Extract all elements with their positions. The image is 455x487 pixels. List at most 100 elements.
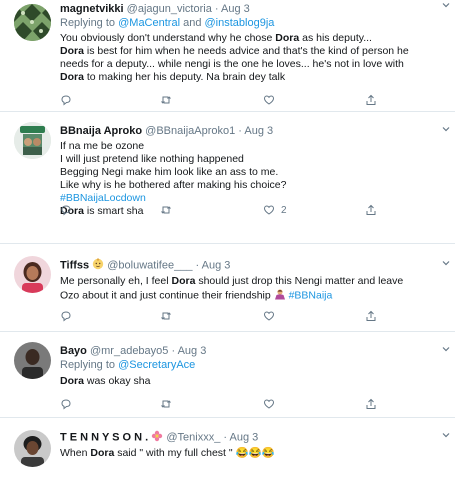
text-line: I will just pretend like nothing happene… bbox=[60, 153, 244, 165]
handle[interactable]: @BBnaijaAproko1 bbox=[145, 125, 235, 137]
retweet-icon bbox=[161, 206, 171, 214]
chevron-down-icon[interactable] bbox=[441, 124, 451, 137]
tweet-content: T E N N Y S O N . @Tenixxx_ · Aug 3 When… bbox=[60, 430, 449, 460]
flower-emoji-icon bbox=[151, 430, 163, 445]
timestamp[interactable]: Aug 3 bbox=[202, 259, 231, 271]
share-icon bbox=[366, 310, 376, 321]
text-line: Like why is he bothered after making his… bbox=[60, 179, 287, 191]
handle[interactable]: @Tenixxx_ bbox=[166, 431, 220, 443]
tweet[interactable]: T E N N Y S O N . @Tenixxx_ · Aug 3 When… bbox=[0, 418, 455, 487]
reply-mention[interactable]: @MaCentral bbox=[118, 17, 180, 29]
tweet-content: magnetvikki @ajagun_victoria · Aug 3 Rep… bbox=[60, 2, 449, 84]
separator: · bbox=[238, 125, 242, 137]
retweet-button[interactable] bbox=[160, 204, 172, 216]
highlight: Dora bbox=[60, 45, 84, 57]
retweet-icon bbox=[161, 96, 171, 104]
display-name[interactable]: Bayo bbox=[60, 345, 87, 357]
like-count: 2 bbox=[281, 204, 287, 216]
timestamp[interactable]: Aug 3 bbox=[178, 345, 207, 357]
avatar-photo-icon bbox=[14, 342, 51, 379]
highlight: Dora bbox=[171, 275, 196, 287]
replying-to: Replying to @SecretaryAce bbox=[60, 358, 449, 372]
tweet-header: magnetvikki @ajagun_victoria · Aug 3 bbox=[60, 2, 449, 16]
replying-to-and: and bbox=[183, 17, 202, 29]
separator: · bbox=[214, 3, 219, 15]
heart-icon bbox=[263, 399, 275, 409]
share-icon bbox=[366, 204, 376, 215]
text-segment: You obviously don't understand why he ch… bbox=[60, 32, 276, 44]
tweet-actions bbox=[60, 310, 390, 324]
replying-to: Replying to @MaCentral and @instablog9ja bbox=[60, 16, 449, 30]
reply-icon bbox=[61, 311, 71, 322]
reply-mention[interactable]: @instablog9ja bbox=[205, 17, 275, 29]
retweet-button[interactable] bbox=[160, 94, 172, 106]
share-icon bbox=[366, 94, 376, 105]
text-segment: said " with my full chest " bbox=[114, 447, 236, 459]
retweet-button[interactable] bbox=[160, 398, 172, 410]
reply-mention[interactable]: @SecretaryAce bbox=[118, 359, 195, 371]
share-icon bbox=[366, 398, 376, 409]
baby-face-emoji-icon bbox=[92, 258, 104, 273]
tweet-text: When Dora said " with my full chest " 😂😂… bbox=[60, 447, 449, 460]
avatar[interactable] bbox=[14, 430, 51, 467]
highlight: Dora bbox=[275, 32, 300, 44]
replying-to-label: Replying to bbox=[60, 359, 116, 371]
woman-shrugging-emoji-icon bbox=[274, 288, 286, 303]
hashtag-link[interactable]: #BBNaija bbox=[289, 289, 333, 301]
reply-button[interactable] bbox=[60, 310, 72, 322]
tweet[interactable]: Tiffss @boluwatifee___ · Aug 3 Me person… bbox=[0, 244, 455, 332]
chevron-down-icon[interactable] bbox=[441, 430, 451, 443]
timestamp[interactable]: Aug 3 bbox=[221, 3, 250, 15]
reply-icon bbox=[61, 95, 71, 106]
text-segment: is best for him when he needs advice and… bbox=[83, 45, 409, 57]
timestamp[interactable]: Aug 3 bbox=[244, 125, 273, 137]
retweet-icon bbox=[161, 400, 171, 408]
avatar[interactable] bbox=[14, 342, 51, 379]
reply-button[interactable] bbox=[60, 398, 72, 410]
like-button[interactable] bbox=[263, 310, 275, 322]
share-button[interactable] bbox=[365, 398, 377, 410]
share-button[interactable] bbox=[365, 204, 377, 216]
tweet[interactable]: BBnaija Aproko @BBnaijaAproko1 · Aug 3 I… bbox=[0, 112, 455, 244]
display-name[interactable]: BBnaija Aproko bbox=[60, 125, 142, 137]
avatar[interactable] bbox=[14, 122, 51, 159]
tweet-text: Me personally eh, I feel Dora should jus… bbox=[60, 275, 449, 303]
handle[interactable]: @boluwatifee___ bbox=[107, 259, 192, 271]
tweet-actions: 2 bbox=[60, 204, 390, 218]
replying-to-label: Replying to bbox=[60, 17, 116, 29]
retweet-button[interactable] bbox=[160, 310, 172, 322]
tweet[interactable]: magnetvikki @ajagun_victoria · Aug 3 Rep… bbox=[0, 0, 455, 112]
like-button[interactable] bbox=[263, 398, 275, 410]
highlight: Dora bbox=[60, 375, 84, 387]
text-line: If na me be ozone bbox=[60, 140, 145, 152]
reply-button[interactable] bbox=[60, 204, 72, 216]
avatar[interactable] bbox=[14, 256, 51, 293]
avatar[interactable] bbox=[14, 4, 51, 41]
text-segment: Me personally eh, I feel bbox=[60, 275, 172, 287]
text-segment: to making her his deputy. Na brain dey t… bbox=[83, 71, 286, 83]
share-button[interactable] bbox=[365, 94, 377, 106]
like-button[interactable]: 2 bbox=[263, 204, 287, 216]
tweet-text: You obviously don't understand why he ch… bbox=[60, 32, 449, 84]
display-name[interactable]: T E N N Y S O N . bbox=[60, 431, 148, 443]
text-line: needs for a deputy... while nengi is the… bbox=[60, 58, 404, 70]
reply-button[interactable] bbox=[60, 94, 72, 106]
timestamp[interactable]: Aug 3 bbox=[230, 431, 259, 443]
handle[interactable]: @ajagun_victoria bbox=[127, 3, 212, 15]
display-name[interactable]: Tiffss bbox=[60, 259, 89, 271]
tweet-header: Tiffss @boluwatifee___ · Aug 3 bbox=[60, 258, 449, 273]
chevron-down-icon[interactable] bbox=[441, 0, 451, 13]
avatar-photo-icon bbox=[14, 256, 51, 293]
handle[interactable]: @mr_adebayo5 bbox=[90, 345, 168, 357]
display-name[interactable]: magnetvikki bbox=[60, 3, 124, 15]
highlight: Dora bbox=[90, 447, 115, 459]
text-segment: should just drop this Nengi matter and l… bbox=[195, 275, 404, 287]
share-button[interactable] bbox=[365, 310, 377, 322]
tweet[interactable]: Bayo @mr_adebayo5 · Aug 3 Replying to @S… bbox=[0, 332, 455, 418]
like-button[interactable] bbox=[263, 94, 275, 106]
separator: · bbox=[223, 431, 228, 444]
avatar-photo-icon bbox=[14, 430, 51, 467]
chevron-down-icon[interactable] bbox=[441, 344, 451, 357]
chevron-down-icon[interactable] bbox=[441, 258, 451, 271]
tweet-header: BBnaija Aproko @BBnaijaAproko1 · Aug 3 bbox=[60, 124, 449, 138]
